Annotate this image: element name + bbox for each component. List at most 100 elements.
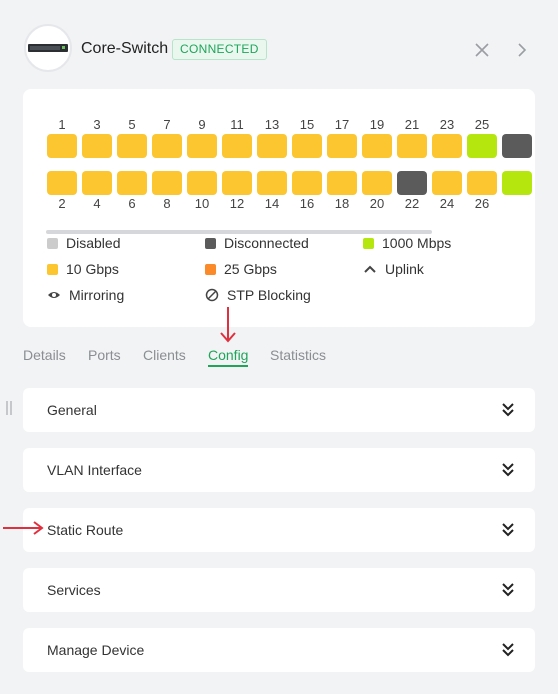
port-13[interactable] [257,134,287,158]
port-5[interactable] [117,134,147,158]
port-23[interactable] [432,134,462,158]
annotation-arrow-right-icon [3,521,44,535]
port-8[interactable] [152,171,182,195]
port-overflow-bottom[interactable] [502,171,532,195]
double-chevron-down-icon [502,643,514,657]
port-number: 16 [299,196,315,211]
g1000-swatch [363,237,374,249]
section-label: Static Route [47,522,124,538]
legend-uplink-label: Uplink [385,261,424,277]
port-15[interactable] [292,134,322,158]
port-2[interactable] [47,171,77,195]
port-6[interactable] [117,171,147,195]
port-number: 13 [264,117,280,132]
port-16[interactable] [292,171,322,195]
section-label: General [47,402,97,418]
port-number: 20 [369,196,385,211]
legend-10gbps: 10 Gbps [47,261,119,277]
port-number: 9 [198,117,206,132]
next-button[interactable] [510,38,534,62]
horizontal-scrollbar[interactable] [46,230,432,234]
legend-1000mbps-label: 1000 Mbps [382,235,452,251]
port-20[interactable] [362,171,392,195]
legend-stp-label: STP Blocking [227,287,311,303]
legend-10gbps-label: 10 Gbps [66,261,119,277]
port-number: 12 [229,196,245,211]
port-9[interactable] [187,134,217,158]
port-25[interactable] [467,134,497,158]
port-number: 26 [474,196,490,211]
port-12[interactable] [222,171,252,195]
disconnected-swatch [205,237,216,249]
port-21[interactable] [397,134,427,158]
port-number: 25 [474,117,490,132]
double-chevron-down-icon [502,463,514,477]
port-overflow-top[interactable] [502,134,532,158]
port-3[interactable] [82,134,112,158]
port-number: 11 [230,117,244,132]
port-10[interactable] [187,171,217,195]
port-panel: 1 3 5 7 9 11 13 15 17 19 21 23 25 2 4 6 8 10 12 14 16 18 20 22… [23,89,535,327]
legend-stp-blocking: STP Blocking [205,287,311,303]
port-24[interactable] [432,171,462,195]
legend-disconnected-label: Disconnected [224,235,309,251]
tab-clients[interactable]: Clients [143,347,186,363]
g25-swatch [205,263,216,275]
blocked-icon [205,288,219,302]
disabled-swatch [47,237,58,249]
drag-handle[interactable] [6,401,12,415]
chevron-right-icon [518,43,527,57]
legend-disabled-label: Disabled [66,235,121,251]
legend-25gbps-label: 25 Gbps [224,261,277,277]
section-label: Manage Device [47,642,145,658]
device-avatar [24,24,72,72]
section-general[interactable]: General [23,388,535,432]
port-26[interactable] [467,171,497,195]
close-button[interactable] [470,38,494,62]
legend-uplink: Uplink [363,261,424,277]
double-chevron-down-icon [502,403,514,417]
port-17[interactable] [327,134,357,158]
tab-details[interactable]: Details [23,347,66,363]
section-label: Services [47,582,101,598]
port-19[interactable] [362,134,392,158]
port-number: 23 [439,117,455,132]
port-14[interactable] [257,171,287,195]
section-manage-device[interactable]: Manage Device [23,628,535,672]
port-number: 21 [404,117,420,132]
legend-25gbps: 25 Gbps [205,261,277,277]
port-number: 6 [128,196,136,211]
port-number: 22 [404,196,420,211]
tab-statistics[interactable]: Statistics [270,347,326,363]
port-7[interactable] [152,134,182,158]
close-icon [475,43,489,57]
section-vlan-interface[interactable]: VLAN Interface [23,448,535,492]
g10-swatch [47,263,58,275]
port-number: 1 [58,117,66,132]
tab-ports[interactable]: Ports [88,347,121,363]
port-22[interactable] [397,171,427,195]
port-number: 4 [93,196,101,211]
eye-icon [47,288,61,302]
legend-mirroring-label: Mirroring [69,287,125,303]
status-badge: CONNECTED [172,39,267,60]
section-services[interactable]: Services [23,568,535,612]
switch-icon [28,44,68,52]
port-number: 3 [93,117,101,132]
section-static-route[interactable]: Static Route [23,508,535,552]
annotation-arrow-down-icon [220,307,236,343]
device-name: Core-Switch [81,40,169,57]
port-number: 5 [128,117,136,132]
port-number: 15 [299,117,315,132]
uplink-icon [363,262,377,276]
port-4[interactable] [82,171,112,195]
port-number: 14 [264,196,280,211]
double-chevron-down-icon [502,523,514,537]
port-1[interactable] [47,134,77,158]
tab-config[interactable]: Config [208,347,249,367]
port-11[interactable] [222,134,252,158]
port-18[interactable] [327,171,357,195]
legend-disconnected: Disconnected [205,235,309,251]
section-label: VLAN Interface [47,462,142,478]
legend-disabled: Disabled [47,235,120,251]
